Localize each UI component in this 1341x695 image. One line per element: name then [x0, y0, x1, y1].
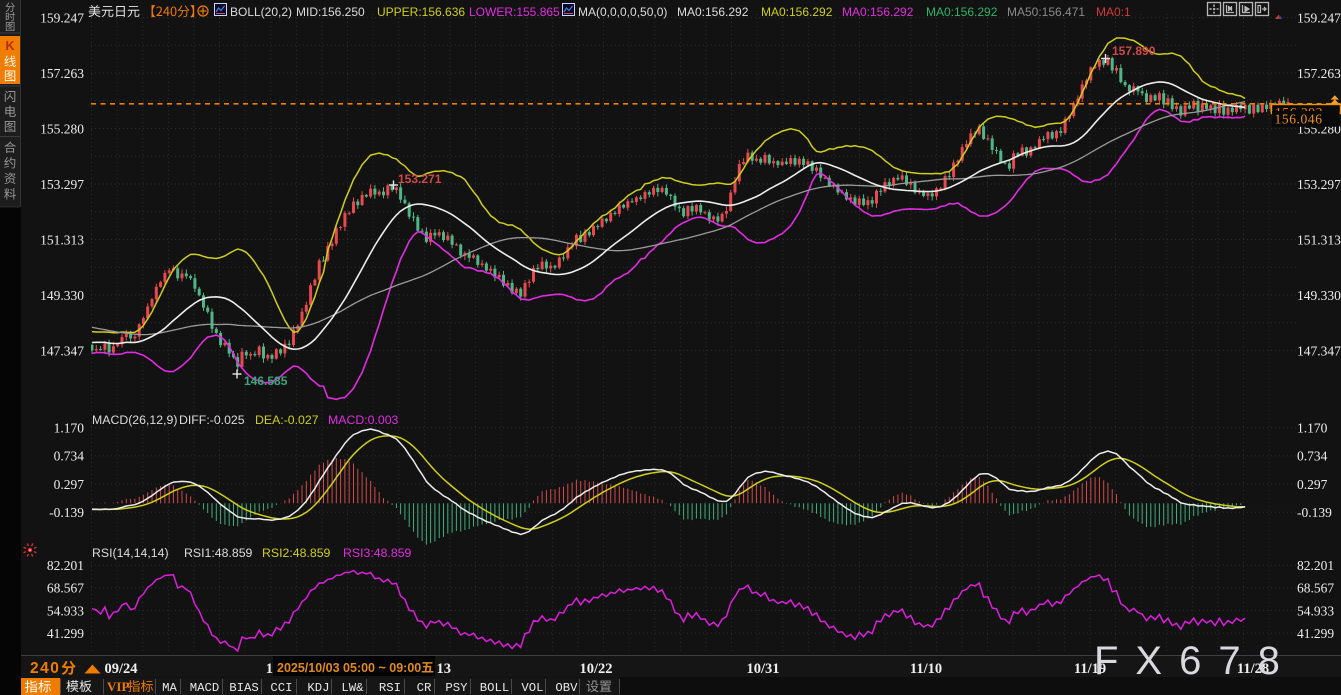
svg-text:KDJ: KDJ: [307, 681, 329, 695]
svg-text:153.271: 153.271: [398, 172, 442, 186]
svg-text:UPPER:156.636: UPPER:156.636: [377, 5, 465, 19]
svg-text:153.297: 153.297: [40, 177, 84, 192]
svg-text:VOL: VOL: [521, 681, 543, 695]
svg-text:MA(0,0,0,0,50,0): MA(0,0,0,0,50,0): [578, 5, 667, 19]
svg-text:151.313: 151.313: [1297, 233, 1341, 248]
svg-text:54.933: 54.933: [1297, 603, 1334, 618]
svg-text:10/22: 10/22: [579, 661, 612, 677]
svg-text:PSY: PSY: [445, 681, 468, 695]
svg-text:RSI(14,14,14): RSI(14,14,14): [92, 546, 169, 560]
svg-text:11/10: 11/10: [910, 661, 942, 677]
svg-text:09/24: 09/24: [104, 661, 137, 677]
svg-text:RSI3:48.859: RSI3:48.859: [343, 546, 412, 560]
svg-text:K: K: [5, 39, 14, 53]
svg-text:41.299: 41.299: [1297, 626, 1334, 641]
svg-text:DEA:-0.027: DEA:-0.027: [255, 413, 319, 427]
svg-text:MA0:156.292: MA0:156.292: [761, 5, 833, 19]
svg-text:CR: CR: [417, 681, 432, 695]
svg-text:-0.139: -0.139: [1297, 505, 1332, 520]
svg-text:54.933: 54.933: [47, 603, 84, 618]
svg-text:68.567: 68.567: [1297, 581, 1334, 596]
svg-text:FX678: FX678: [1094, 639, 1297, 683]
svg-text:MA0:1: MA0:1: [1096, 5, 1131, 19]
svg-text:BIAS: BIAS: [229, 681, 259, 695]
svg-text:MA0:156.292: MA0:156.292: [926, 5, 998, 19]
svg-text:LW&: LW&: [341, 681, 364, 695]
svg-text:0.297: 0.297: [54, 477, 85, 492]
svg-text:1.170: 1.170: [54, 421, 85, 436]
svg-text:149.330: 149.330: [40, 288, 84, 303]
svg-text:OBV: OBV: [555, 681, 578, 695]
svg-text:BOLL(20,2): BOLL(20,2): [230, 5, 292, 19]
svg-text:MA50:156.471: MA50:156.471: [1007, 5, 1085, 19]
svg-text:MA0:156.292: MA0:156.292: [677, 5, 749, 19]
svg-text:RSI1:48.859: RSI1:48.859: [184, 546, 253, 560]
svg-text:LOWER:155.865: LOWER:155.865: [469, 5, 560, 19]
svg-text:151.313: 151.313: [40, 233, 84, 248]
svg-text:MA: MA: [162, 681, 177, 695]
svg-text:68.567: 68.567: [47, 581, 84, 596]
svg-text:10/31: 10/31: [746, 661, 779, 677]
svg-text:CCI: CCI: [270, 681, 292, 695]
svg-text:159.247: 159.247: [40, 11, 84, 26]
svg-text:155.280: 155.280: [40, 122, 84, 137]
svg-text:MACD: MACD: [190, 681, 220, 695]
svg-text:1.170: 1.170: [1297, 421, 1328, 436]
svg-text:1: 1: [266, 661, 273, 677]
svg-text:MACD(26,12,9): MACD(26,12,9): [92, 413, 177, 427]
svg-text:41.299: 41.299: [47, 626, 84, 641]
svg-text:157.890: 157.890: [1112, 44, 1156, 58]
svg-text:147.347: 147.347: [40, 344, 84, 359]
svg-text:RSI: RSI: [379, 681, 401, 695]
svg-text:DIFF:-0.025: DIFF:-0.025: [179, 413, 245, 427]
svg-text:82.201: 82.201: [47, 558, 84, 573]
svg-text:0.297: 0.297: [1297, 477, 1328, 492]
svg-text:0.734: 0.734: [54, 449, 85, 464]
svg-text:MID:156.250: MID:156.250: [296, 5, 365, 19]
svg-text:157.263: 157.263: [40, 66, 84, 81]
svg-text:MA0:156.292: MA0:156.292: [842, 5, 914, 19]
svg-text:149.330: 149.330: [1297, 288, 1341, 303]
svg-text:-0.139: -0.139: [49, 505, 84, 520]
svg-text:MACD:0.003: MACD:0.003: [328, 413, 399, 427]
svg-text:147.347: 147.347: [1297, 344, 1341, 359]
svg-text:13: 13: [437, 661, 452, 677]
svg-text:0.734: 0.734: [1297, 449, 1328, 464]
svg-text:156.046: 156.046: [1275, 111, 1323, 126]
svg-text:BOLL: BOLL: [480, 681, 510, 695]
svg-text:82.201: 82.201: [1297, 558, 1334, 573]
svg-text:146.585: 146.585: [244, 374, 288, 388]
svg-text:159.247: 159.247: [1297, 11, 1341, 26]
svg-text:2025/10/03 05:00 ~ 09:00: 2025/10/03 05:00 ~ 09:00: [277, 661, 421, 675]
svg-text:240: 240: [30, 660, 60, 677]
svg-text:RSI2:48.859: RSI2:48.859: [262, 546, 331, 560]
svg-text:157.263: 157.263: [1297, 66, 1341, 81]
svg-text:153.297: 153.297: [1297, 177, 1341, 192]
svg-text:VIP: VIP: [107, 679, 129, 694]
